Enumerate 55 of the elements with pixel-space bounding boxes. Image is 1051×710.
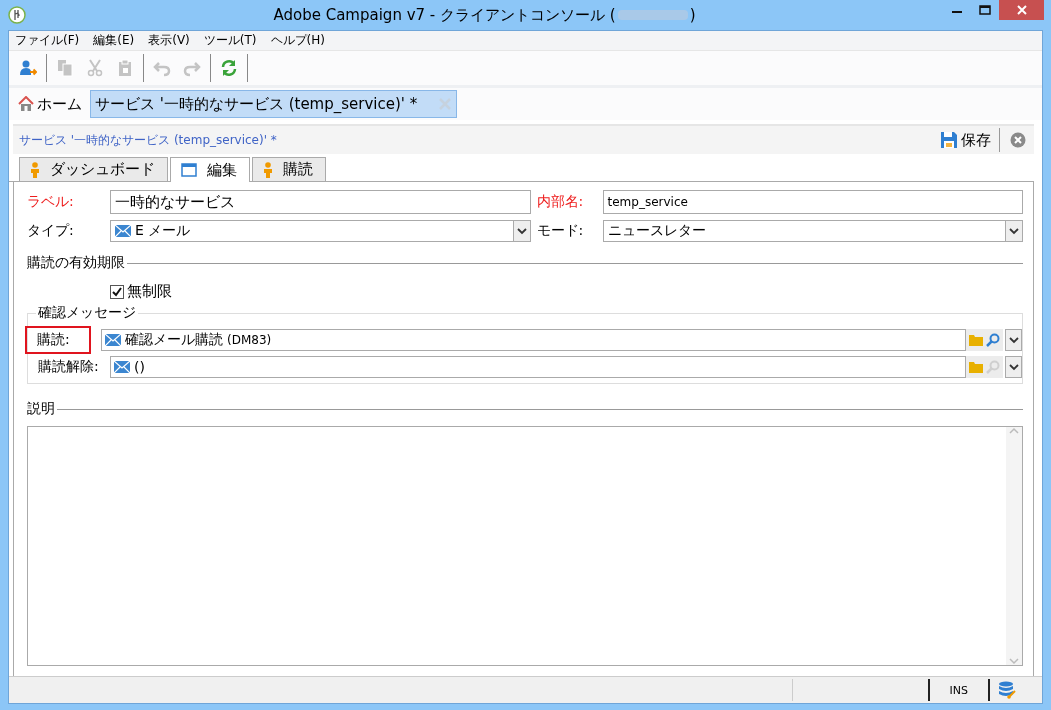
- insert-mode-indicator: INS: [949, 683, 968, 697]
- menu-item[interactable]: 編集(E): [93, 32, 135, 49]
- field-label: 購読:: [27, 328, 89, 352]
- close-icon[interactable]: [1010, 132, 1026, 148]
- menu-item[interactable]: ツール(T): [203, 32, 257, 49]
- tab[interactable]: ホーム: [13, 90, 87, 118]
- save-button[interactable]: 保存: [933, 128, 1000, 152]
- check-icon: [112, 286, 122, 297]
- envelope-icon: [114, 361, 130, 373]
- description-field[interactable]: [27, 426, 1023, 666]
- field-label: ラベル:: [27, 193, 75, 211]
- envelope-icon: [105, 334, 121, 346]
- folder-icon[interactable]: [969, 334, 983, 346]
- tab[interactable]: 編集: [170, 157, 250, 182]
- refresh-icon[interactable]: [220, 59, 238, 77]
- lookup-field[interactable]: 確認メール購読 (DM83): [101, 329, 966, 351]
- close-button[interactable]: [999, 0, 1044, 20]
- person-icon: [30, 161, 40, 178]
- checkbox-label: 無制限: [127, 282, 172, 301]
- field-label: タイプ:: [27, 222, 75, 240]
- app-logo-icon: [8, 6, 26, 24]
- close-icon[interactable]: [1016, 5, 1027, 15]
- envelope-icon: [115, 225, 131, 237]
- person-icon: [263, 161, 273, 178]
- menu-item[interactable]: ヘルプ(H): [270, 32, 325, 49]
- search-icon[interactable]: [986, 333, 1000, 347]
- dropdown-field[interactable]: E メール: [110, 220, 531, 242]
- menu-item[interactable]: ファイル(F): [15, 32, 80, 49]
- scroll-up-icon[interactable]: [1009, 427, 1019, 435]
- window-title: ): [689, 6, 696, 24]
- menu-item[interactable]: 表示(V): [148, 32, 190, 49]
- field-label: 内部名:: [535, 193, 585, 211]
- window-title: Adobe Campaign v7 - クライアントコンソール (: [273, 5, 616, 25]
- lookup-field[interactable]: (): [110, 356, 966, 378]
- scroll-down-icon[interactable]: [1009, 657, 1019, 665]
- section-heading: 購読の有効期限: [27, 254, 125, 272]
- tab[interactable]: ダッシュボード: [19, 157, 168, 181]
- blurred-text: [617, 10, 688, 20]
- tab[interactable]: 購読: [252, 157, 326, 181]
- field-label: 購読解除:: [37, 357, 100, 376]
- checkbox[interactable]: [110, 284, 124, 299]
- document-title: サービス '一時的なサービス (temp_service)' *: [19, 131, 278, 149]
- text-field[interactable]: 一時的なサービス: [110, 190, 531, 214]
- section-heading: 説明: [27, 400, 55, 418]
- tab[interactable]: サービス '一時的なサービス (temp_service)' *: [90, 90, 458, 118]
- group-heading: 確認メッセージ: [36, 304, 138, 322]
- database-icon: [998, 681, 1016, 699]
- user-add-icon[interactable]: [19, 59, 37, 77]
- maximize-icon[interactable]: [979, 5, 991, 15]
- folder-icon[interactable]: [969, 361, 983, 373]
- house-icon: [18, 96, 34, 112]
- field-label: モード:: [535, 222, 585, 240]
- dropdown-field[interactable]: ニュースレター: [602, 220, 1023, 242]
- window-icon: [181, 163, 197, 177]
- text-field[interactable]: temp_service: [602, 190, 1023, 214]
